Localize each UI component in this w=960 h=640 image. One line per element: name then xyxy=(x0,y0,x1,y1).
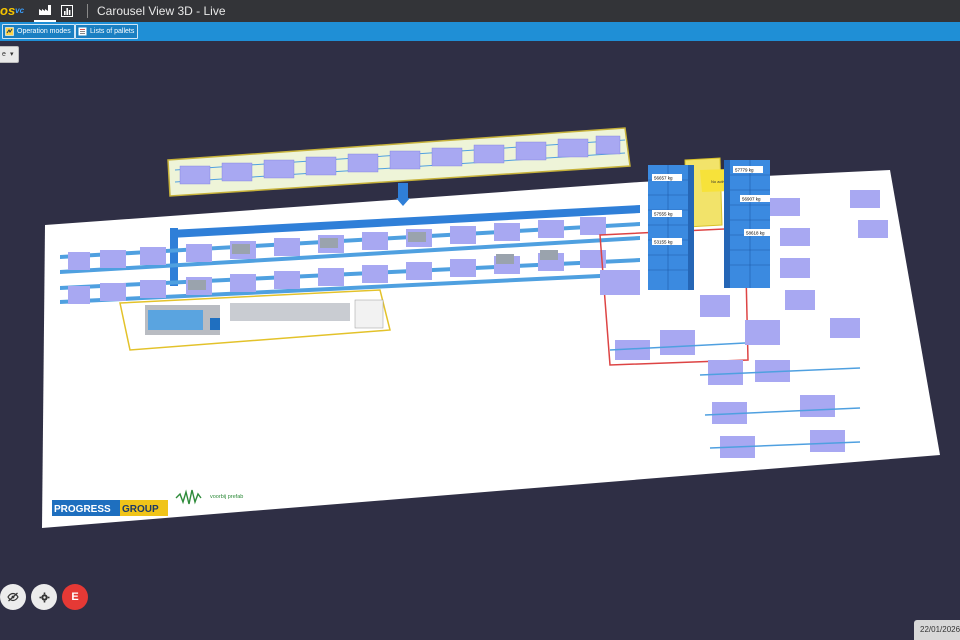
list-icon xyxy=(78,27,87,36)
tower-label-6: 58618 kg xyxy=(746,231,765,236)
settings-button[interactable] xyxy=(31,584,57,610)
top-bar: osvc Carousel View 3D - Live xyxy=(0,0,960,22)
lists-of-pallets-label: Lists of pallets xyxy=(90,28,135,35)
factory-icon xyxy=(39,5,51,15)
operation-modes-button[interactable]: Operation modes xyxy=(2,24,75,39)
operation-modes-icon xyxy=(5,27,14,36)
bar-chart-icon xyxy=(61,5,73,17)
header-divider xyxy=(87,4,88,18)
app-logo: osvc xyxy=(0,2,28,20)
tower-label-5: 56907 kg xyxy=(742,197,761,202)
brand-left-text: PROGRESS xyxy=(54,504,111,515)
toolbar: Operation modes Lists of pallets xyxy=(0,22,960,41)
tower-label-4: 57779 kg xyxy=(735,168,754,173)
tower-label-3: 57555 kg xyxy=(654,212,673,217)
partner-text: voorbij prefab xyxy=(210,494,243,500)
page-title: Carousel View 3D - Live xyxy=(97,4,226,18)
e-button[interactable]: E xyxy=(62,584,88,610)
operation-modes-label: Operation modes xyxy=(17,28,71,35)
tower-label-2: 56657 kg xyxy=(654,176,673,181)
logo-superscript: vc xyxy=(15,6,25,15)
gear-icon xyxy=(39,592,49,602)
status-date: 22/01/2026 xyxy=(914,620,960,640)
storage-tower-left xyxy=(648,165,694,290)
logo-text: os xyxy=(0,3,16,18)
plant-floor xyxy=(42,170,940,528)
progress-group-logo: PROGRESS GROUP xyxy=(52,500,168,516)
e-button-label: E xyxy=(71,591,79,603)
hide-button[interactable] xyxy=(0,584,26,610)
lists-of-pallets-button[interactable]: Lists of pallets xyxy=(75,24,139,39)
tower-label-1: 53155 kg xyxy=(654,240,673,245)
storage-tower-right xyxy=(724,160,770,288)
carousel-3d-view[interactable]: No active layers 53155 kg 56657 kg 57555… xyxy=(0,41,960,640)
brand-right-text: GROUP xyxy=(122,504,159,515)
eye-off-icon xyxy=(7,592,19,602)
nav-factory[interactable] xyxy=(34,0,56,22)
nav-statistics[interactable] xyxy=(56,0,78,22)
